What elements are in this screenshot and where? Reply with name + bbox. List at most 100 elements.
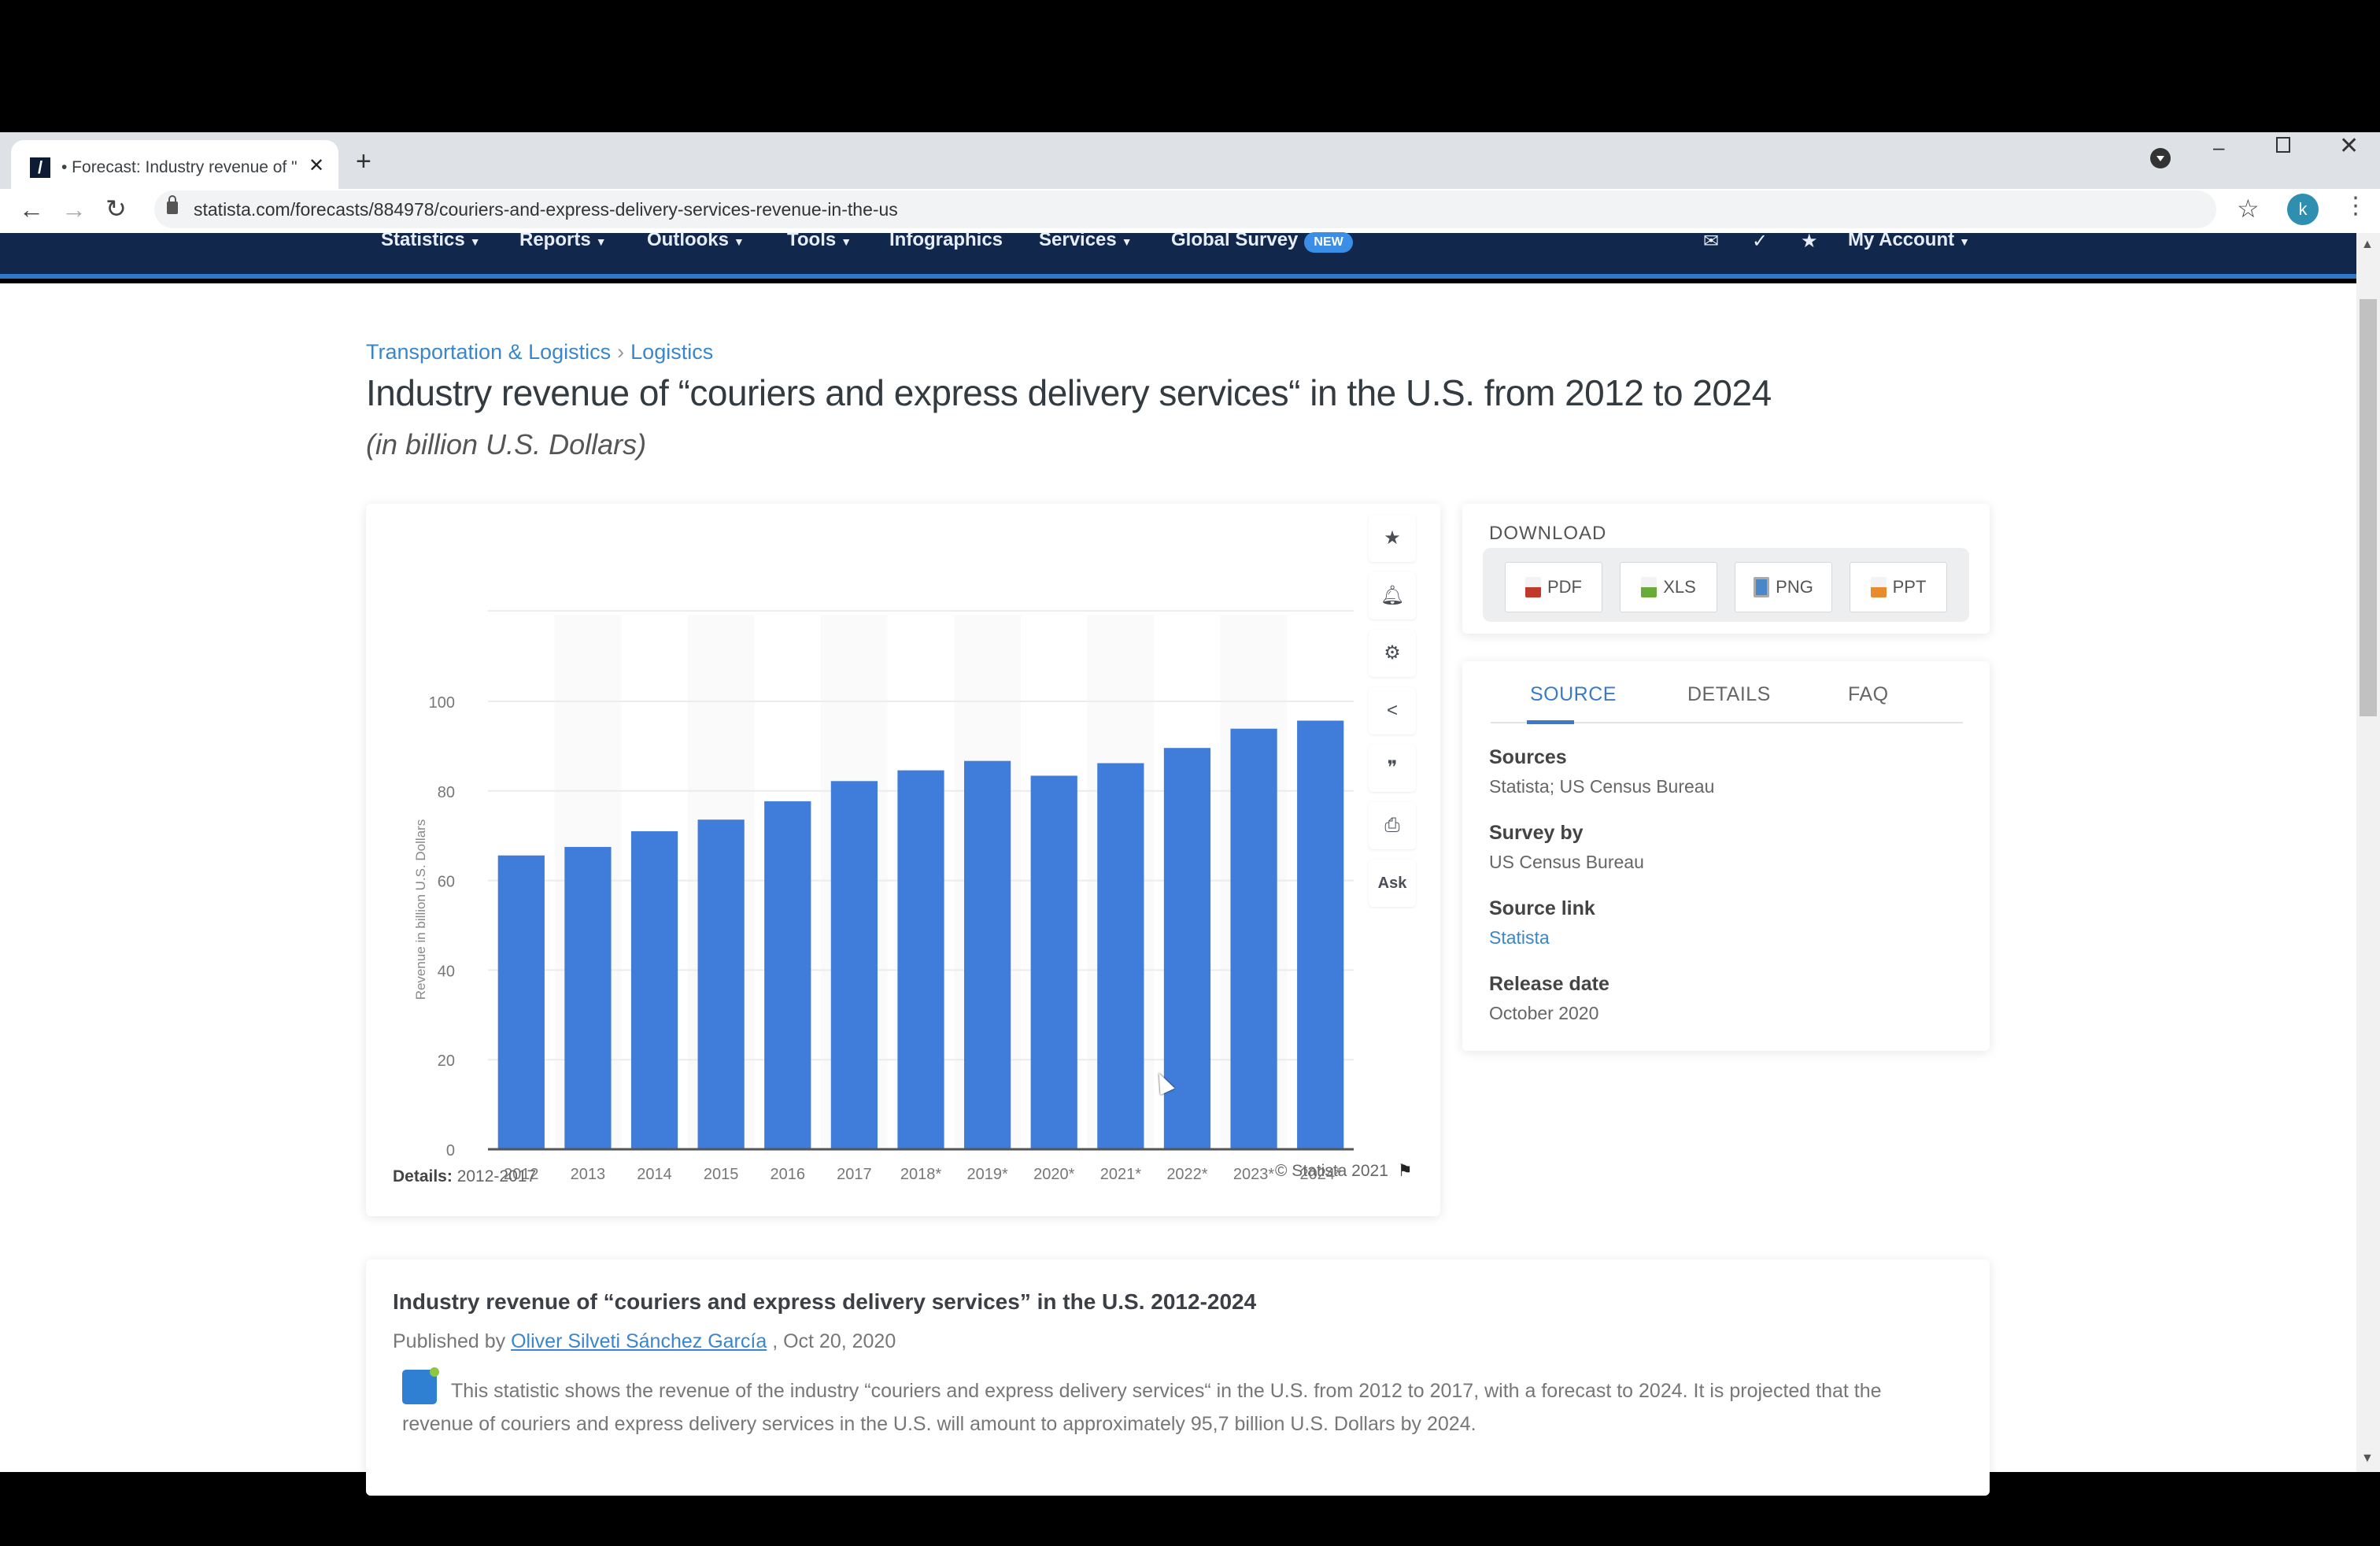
sources-label: Sources (1489, 746, 1567, 768)
profile-avatar[interactable]: k (2287, 194, 2319, 225)
y-tick-label: 60 (438, 874, 455, 891)
nav-item-outlooks[interactable]: Outlooks ▼ (647, 228, 745, 253)
y-axis-title: Revenue in billion U.S. Dollars (413, 819, 428, 1000)
tab-close-icon[interactable]: ✕ (309, 154, 324, 178)
author-link[interactable]: Oliver Silveti Sánchez García (511, 1330, 767, 1352)
back-button[interactable]: ← (19, 195, 44, 224)
y-tick-label: 80 (438, 784, 455, 801)
lock-icon[interactable] (167, 195, 178, 214)
my-account-menu[interactable]: My Account ▼ (1848, 228, 1970, 253)
scroll-up-arrow-icon[interactable]: ▲ (2361, 238, 2374, 252)
y-tick-label: 100 (429, 694, 455, 712)
breadcrumb-link-transportation[interactable]: Transportation & Logistics (366, 340, 611, 364)
ask-icon[interactable]: Ask (1369, 860, 1416, 907)
caret-down-icon: ▼ (1959, 235, 1970, 248)
details-label: Details: (393, 1167, 453, 1185)
nav-item-statistics[interactable]: Statistics ▼ (381, 228, 481, 253)
tab-faq[interactable]: FAQ (1848, 683, 1889, 706)
x-tick-label: 2023* (1233, 1166, 1274, 1183)
y-tick-label: 40 (438, 963, 455, 980)
details-value: 2012-2017 (456, 1167, 537, 1185)
bar-2017 (830, 781, 878, 1149)
source-link[interactable]: Statista (1489, 927, 1550, 949)
check-icon[interactable]: ✓ (1752, 230, 1768, 253)
download-xls-button[interactable]: XLS (1620, 562, 1717, 612)
description-text: This statistic shows the revenue of the … (402, 1380, 1882, 1435)
bar-chart: 0204060801002012 2013 2014 2015 2016 2017 2018… (413, 610, 1354, 1183)
nav-label: Statistics (381, 229, 465, 250)
forward-button[interactable]: → (61, 195, 87, 224)
bar-2016 (764, 801, 811, 1149)
download-ppt-button[interactable]: PPT (1850, 562, 1947, 612)
new-badge: NEW (1304, 232, 1353, 253)
nav-item-global-survey[interactable]: Global Survey NEW (1171, 228, 1353, 253)
address-bar[interactable]: statista.com/forecasts/884978/couriers-a… (154, 190, 2216, 228)
page-subtitle: (in billion U.S. Dollars) (366, 428, 647, 460)
y-tick-label: 0 (446, 1142, 455, 1160)
x-tick-label: 2021* (1100, 1166, 1141, 1183)
x-tick-label: 2017 (837, 1166, 872, 1183)
scroll-down-arrow-icon[interactable]: ▼ (2361, 1452, 2374, 1466)
report-flag-icon[interactable]: ⚑ (1398, 1162, 1413, 1180)
notification-icon[interactable]: 🔔︎ (1369, 572, 1416, 620)
bar-2014 (630, 831, 678, 1149)
share-icon[interactable]: < (1369, 687, 1416, 734)
extension-icon[interactable] (2150, 148, 2171, 168)
favorites-star-icon[interactable]: ★ (1801, 230, 1818, 253)
bar-2024 (1297, 720, 1344, 1149)
breadcrumb-link-logistics[interactable]: Logistics (630, 340, 713, 364)
caret-down-icon: ▼ (841, 235, 852, 248)
window-close-button[interactable]: ✕ (2339, 132, 2359, 160)
caret-down-icon: ▼ (734, 235, 745, 248)
favorite-icon[interactable]: ★ (1369, 515, 1416, 562)
scrollbar-thumb[interactable] (2360, 299, 2377, 716)
bookmark-star-icon[interactable]: ☆ (2237, 194, 2260, 224)
x-tick-label: 2022* (1166, 1166, 1207, 1183)
page-title: Industry revenue of “couriers and expres… (366, 372, 1772, 413)
sources-value: Statista; US Census Bureau (1489, 776, 1715, 797)
button-label: PDF (1547, 577, 1582, 597)
nav-item-infographics[interactable]: Infographics (889, 228, 1003, 252)
nav-label: Outlooks (647, 229, 730, 250)
bar-2012 (497, 855, 545, 1149)
page-scrollbar[interactable]: ▲ ▼ (2356, 233, 2380, 1472)
x-tick-label: 2014 (637, 1166, 672, 1183)
nav-item-reports[interactable]: Reports ▼ (519, 228, 607, 253)
window-maximize-button[interactable] (2276, 137, 2290, 153)
published-prefix: Published by (393, 1330, 506, 1352)
download-pdf-button[interactable]: PDF (1505, 562, 1602, 612)
settings-icon[interactable]: ⚙ (1369, 630, 1416, 677)
caret-down-icon: ▼ (469, 235, 481, 248)
x-tick-label: 2020* (1033, 1166, 1074, 1183)
bar-2015 (697, 819, 745, 1149)
new-tab-button[interactable]: + (356, 148, 371, 175)
tab-details[interactable]: DETAILS (1687, 683, 1771, 706)
mail-icon[interactable]: ✉ (1703, 230, 1719, 253)
reload-button[interactable]: ↻ (105, 194, 127, 224)
chart-toolbar: ★ 🔔︎ ⚙ < ❞ ⎙ Ask (1369, 504, 1425, 913)
x-tick-label: 2013 (571, 1166, 606, 1183)
print-icon[interactable]: ⎙ (1369, 802, 1416, 849)
screen: / • Forecast: Industry revenue of "c ✕ +… (0, 0, 2380, 1546)
nav-item-services[interactable]: Services ▼ (1039, 228, 1133, 253)
survey-by-value: US Census Bureau (1489, 852, 1644, 872)
browser-menu-icon[interactable]: ⋮ (2344, 192, 2367, 220)
x-tick-label: 2015 (704, 1166, 739, 1183)
url-text[interactable]: statista.com/forecasts/884978/couriers-a… (194, 197, 898, 222)
caret-down-icon: ▼ (1121, 235, 1133, 248)
tab-source[interactable]: SOURCE (1530, 683, 1617, 706)
nav-item-tools[interactable]: Tools ▼ (787, 228, 852, 253)
x-tick-label: 2016 (771, 1166, 806, 1183)
y-tick-label: 20 (438, 1052, 455, 1070)
bar-2018 (897, 770, 944, 1149)
description-card: Industry revenue of “couriers and expres… (366, 1259, 1990, 1496)
browser-tab[interactable]: / • Forecast: Industry revenue of "c ✕ (11, 140, 338, 195)
window-minimize-button[interactable]: – (2213, 135, 2224, 160)
statista-favicon-icon: / (30, 157, 50, 178)
cite-icon[interactable]: ❞ (1369, 745, 1416, 792)
download-png-button[interactable]: PNG (1735, 562, 1832, 612)
nav-label: My Account (1848, 229, 1955, 250)
survey-by-label: Survey by (1489, 822, 1584, 844)
download-card: DOWNLOAD PDF XLS PNG PPT (1462, 504, 1990, 634)
published-by: Published by Oliver Silveti Sánchez Garc… (393, 1330, 896, 1353)
